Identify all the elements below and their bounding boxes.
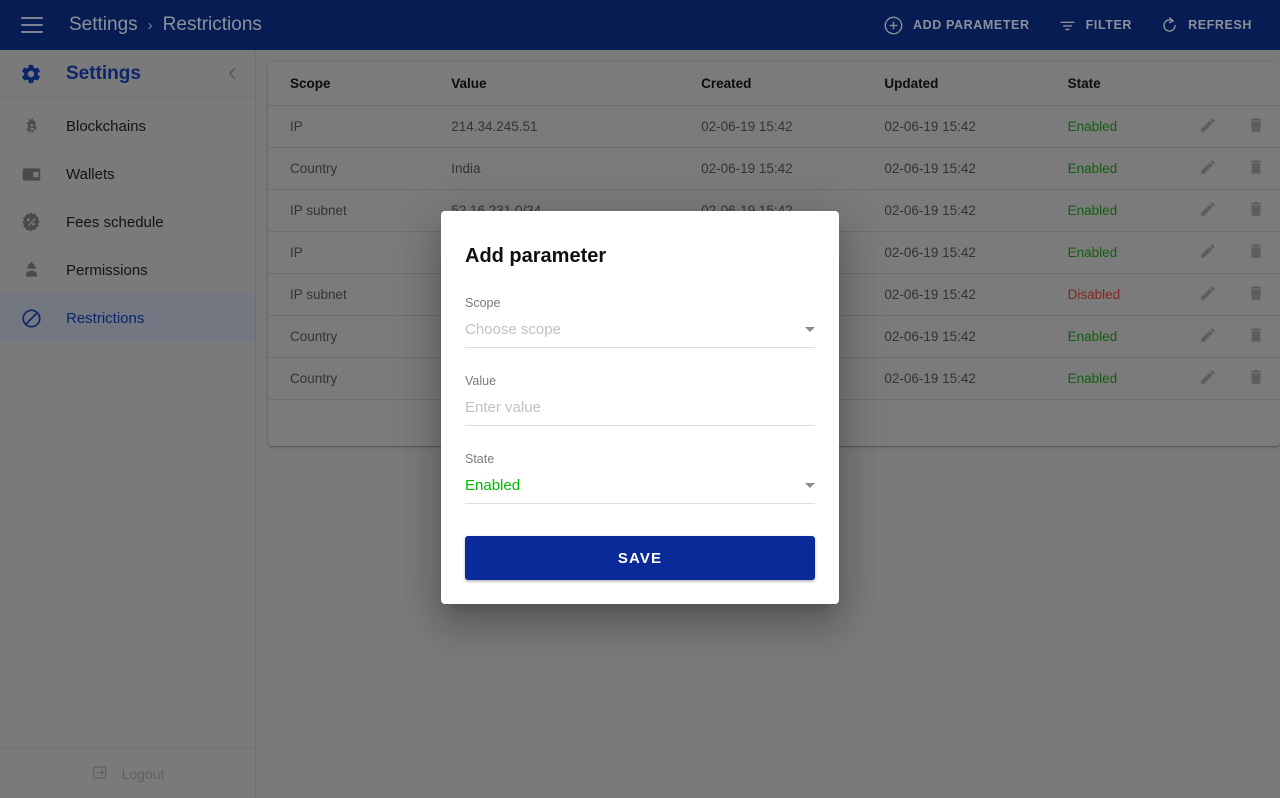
value-input[interactable] — [465, 399, 815, 416]
scope-label: Scope — [465, 296, 501, 310]
scope-selected-value: Choose scope — [465, 321, 561, 338]
scope-field: Scope Choose scope — [465, 296, 815, 348]
scope-select[interactable]: Choose scope — [465, 321, 815, 348]
state-field: State Enabled — [465, 452, 815, 504]
save-button[interactable]: SAVE — [465, 536, 815, 580]
value-field: Value — [465, 374, 815, 426]
state-selected-value: Enabled — [465, 477, 521, 494]
state-label: State — [465, 452, 495, 466]
add-parameter-dialog: Add parameter Scope Choose scope Value S… — [441, 211, 839, 604]
dialog-title: Add parameter — [465, 245, 607, 267]
value-input-wrap — [465, 399, 815, 426]
value-label: Value — [465, 374, 497, 388]
state-select[interactable]: Enabled — [465, 477, 815, 504]
caret-down-icon — [805, 483, 815, 488]
caret-down-icon — [805, 327, 815, 332]
